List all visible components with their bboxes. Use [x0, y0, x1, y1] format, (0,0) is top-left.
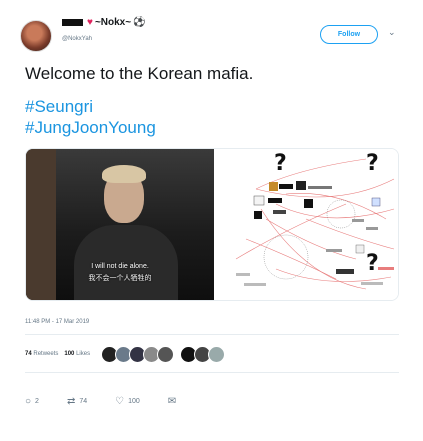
question-mark: ?: [366, 151, 379, 176]
like-count: 100: [128, 398, 140, 405]
avatar[interactable]: [157, 345, 175, 363]
question-mark: ?: [274, 151, 287, 176]
retweet-icon: ⇄: [66, 396, 76, 407]
likes-stat[interactable]: 100 Likes: [64, 351, 90, 357]
chevron-down-icon[interactable]: ⌄: [388, 27, 396, 38]
display-name: ~Nokx~: [94, 17, 132, 28]
hashtag-seungri[interactable]: #Seungri: [25, 97, 93, 117]
retweet-button[interactable]: ⇄ 74: [67, 396, 87, 407]
envelope-icon: ✉: [167, 396, 177, 407]
like-button[interactable]: ♡ 100: [115, 396, 140, 407]
retweets-stat[interactable]: 74 Retweets: [25, 351, 58, 357]
engagement-stats: 74 Retweets 100 Likes: [25, 344, 226, 364]
likes-label: Likes: [76, 351, 91, 357]
hashtag-jungjoonyoung[interactable]: #JungJoonYoung: [25, 118, 156, 138]
retweets-count: 74: [25, 351, 32, 357]
question-mark: ?: [366, 251, 379, 276]
subtitle-chinese: 我不会一个人牺牲的: [88, 275, 152, 282]
reply-count: 2: [35, 398, 39, 405]
avatar[interactable]: [208, 345, 226, 363]
tweet-text: Welcome to the Korean mafia.: [25, 64, 254, 83]
redacted-name-block: [62, 19, 83, 26]
direct-message-button[interactable]: ✉: [168, 396, 176, 407]
heart-icon: ♥: [87, 17, 93, 28]
tweet-media[interactable]: I will not die alone. 我不会一个人牺牲的 ? ? ?: [25, 148, 399, 301]
retweets-label: Retweets: [33, 351, 59, 357]
avatar[interactable]: [20, 20, 52, 52]
relationship-diagram: ? ? ?: [216, 149, 398, 300]
video-still: I will not die alone. 我不会一个人牺牲的: [26, 149, 214, 300]
tweet-actions: ○ 2 ⇄ 74 ♡ 100 ✉: [25, 396, 176, 407]
likes-count: 100: [64, 351, 75, 357]
reply-icon: ○: [25, 396, 32, 407]
follow-button[interactable]: Follow: [320, 25, 378, 44]
divider: [25, 372, 399, 373]
reply-button[interactable]: ○ 2: [25, 396, 39, 407]
divider: [25, 334, 399, 335]
tweet-header: ♥ ~Nokx~ ⚽ @NokxYah Follow ⌄: [0, 0, 423, 62]
person-hair: [102, 165, 146, 183]
liker-avatars: [101, 345, 226, 363]
retweet-count: 74: [79, 398, 88, 405]
soccer-ball-icon: ⚽: [133, 17, 146, 28]
user-handle[interactable]: @NokxYah: [62, 36, 92, 42]
subtitle-english: I will not die alone.: [91, 263, 149, 270]
user-name-row[interactable]: ♥ ~Nokx~ ⚽: [62, 17, 146, 28]
tweet-timestamp[interactable]: 11:48 PM - 17 Mar 2019: [25, 319, 89, 325]
like-icon: ♡: [115, 396, 125, 407]
